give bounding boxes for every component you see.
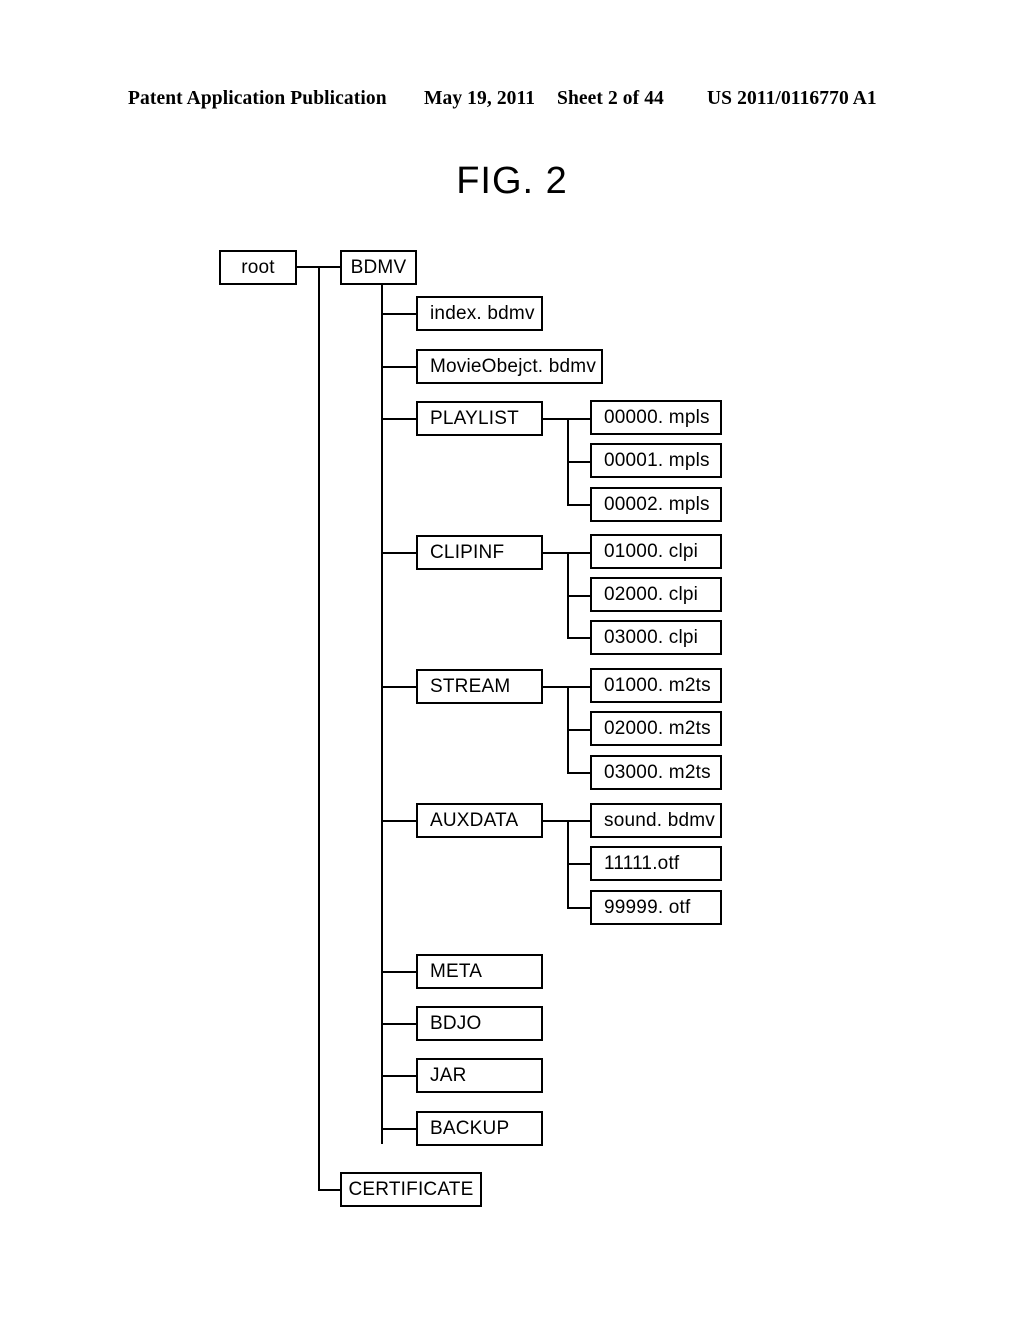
node-jar: JAR — [416, 1058, 543, 1093]
node-meta: META — [416, 954, 543, 989]
node-clipinf-file-2: 03000. clpi — [590, 620, 722, 655]
node-index-bdmv: index. bdmv — [416, 296, 543, 331]
connector-playlist-child-2 — [567, 504, 591, 506]
connector-trunk-to-certificate — [318, 1189, 342, 1191]
node-auxdata-file-0: sound. bdmv — [590, 803, 722, 838]
connector-clipinf-stem — [543, 552, 569, 554]
connector-clipinf-child-1 — [567, 595, 591, 597]
connector-clipinf-child-0 — [567, 552, 591, 554]
connector-bdmv-to-movieobject — [381, 366, 417, 368]
connector-bdmv-to-meta — [381, 971, 417, 973]
connector-bdmv-to-auxdata — [381, 820, 417, 822]
connector-root-trunk-vertical — [318, 266, 320, 1190]
connector-playlist-child-1 — [567, 461, 591, 463]
node-bdjo: BDJO — [416, 1006, 543, 1041]
node-movieobject-bdmv: MovieObejct. bdmv — [416, 349, 603, 384]
connector-bdmv-to-index — [381, 313, 417, 315]
connector-bdmv-to-clipinf — [381, 552, 417, 554]
connector-stream-child-1 — [567, 729, 591, 731]
node-certificate: CERTIFICATE — [340, 1172, 482, 1207]
node-clipinf: CLIPINF — [416, 535, 543, 570]
node-stream-file-1: 02000. m2ts — [590, 711, 722, 746]
connector-playlist-stem — [543, 418, 569, 420]
connector-stream-child-2 — [567, 772, 591, 774]
connector-auxdata-child-1 — [567, 863, 591, 865]
connector-stream-child-0 — [567, 686, 591, 688]
connector-bdmv-to-jar — [381, 1075, 417, 1077]
connector-bdmv-trunk-vertical — [381, 285, 383, 1144]
connector-auxdata-child-0 — [567, 820, 591, 822]
node-bdmv: BDMV — [340, 250, 417, 285]
node-playlist: PLAYLIST — [416, 401, 543, 436]
node-playlist-file-0: 00000. mpls — [590, 400, 722, 435]
directory-tree-diagram: root BDMV CERTIFICATE index. bdmv MovieO… — [0, 0, 1024, 1320]
node-stream: STREAM — [416, 669, 543, 704]
node-clipinf-file-0: 01000. clpi — [590, 534, 722, 569]
connector-bdmv-to-bdjo — [381, 1023, 417, 1025]
node-stream-file-2: 03000. m2ts — [590, 755, 722, 790]
node-auxdata: AUXDATA — [416, 803, 543, 838]
connector-bdmv-to-playlist — [381, 418, 417, 420]
connector-bdmv-to-stream — [381, 686, 417, 688]
connector-bdmv-to-backup — [381, 1128, 417, 1130]
connector-auxdata-stem — [543, 820, 569, 822]
connector-clipinf-child-2 — [567, 637, 591, 639]
connector-stream-stem — [543, 686, 569, 688]
node-backup: BACKUP — [416, 1111, 543, 1146]
node-clipinf-file-1: 02000. clpi — [590, 577, 722, 612]
connector-auxdata-child-2 — [567, 907, 591, 909]
node-auxdata-file-1: 11111.otf — [590, 846, 722, 881]
node-playlist-file-1: 00001. mpls — [590, 443, 722, 478]
node-root: root — [219, 250, 297, 285]
node-auxdata-file-2: 99999. otf — [590, 890, 722, 925]
connector-playlist-child-0 — [567, 418, 591, 420]
node-playlist-file-2: 00002. mpls — [590, 487, 722, 522]
node-stream-file-0: 01000. m2ts — [590, 668, 722, 703]
